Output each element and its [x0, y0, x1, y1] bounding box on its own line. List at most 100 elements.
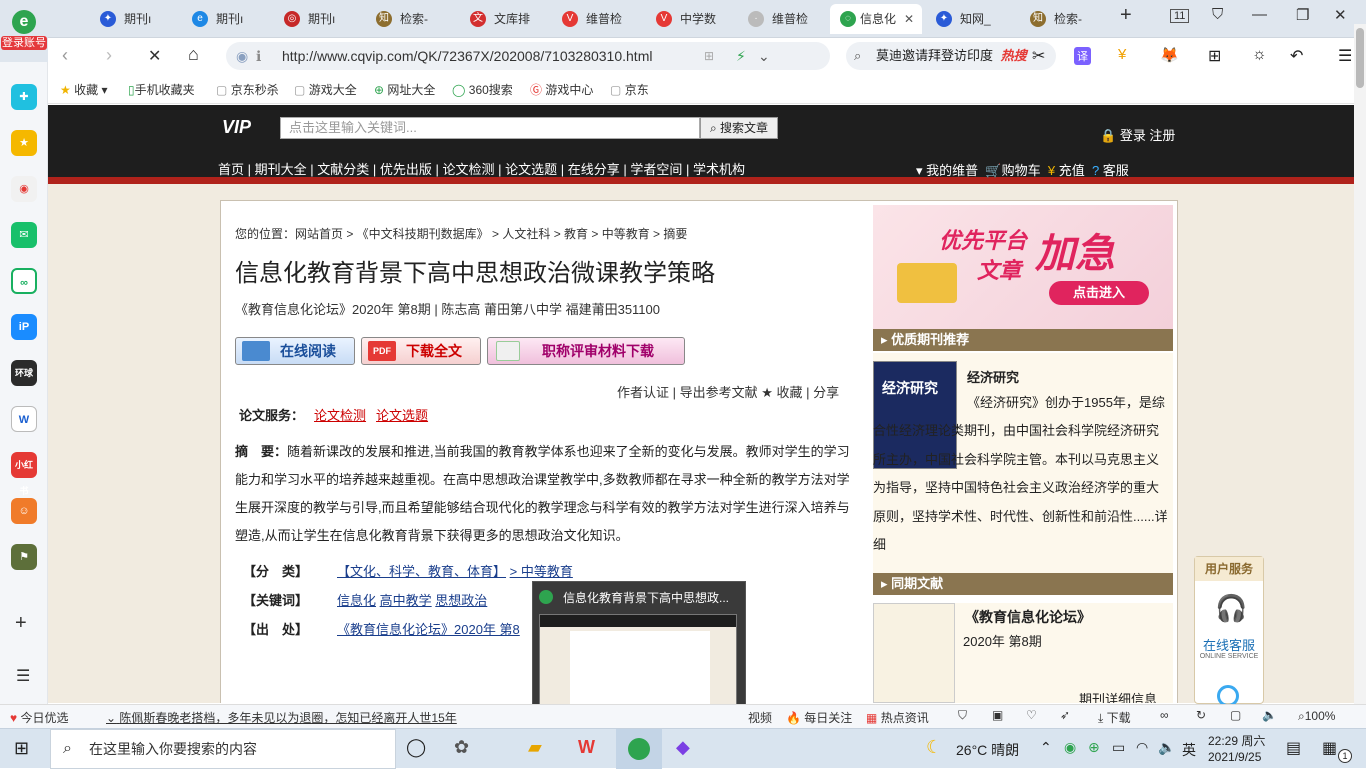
- breadcrumb[interactable]: 您的位置：网站首页 > 《中文科技期刊数据库》 > 人文社科 > 教育 > 中等…: [235, 225, 687, 242]
- taskbar-search[interactable]: ⌕ 在这里输入你要搜索的内容: [50, 729, 396, 769]
- forward-icon[interactable]: ›: [106, 45, 112, 66]
- recharge-link[interactable]: ¥ 充值: [1048, 163, 1085, 178]
- login-register[interactable]: 🔒 登录 注册: [1100, 125, 1175, 144]
- tab-10[interactable]: ✦ 知网_: [924, 4, 1018, 34]
- keyword-link[interactable]: 高中教学: [380, 593, 432, 608]
- tray-360-icon[interactable]: ◉: [1064, 739, 1076, 756]
- glasses-icon[interactable]: ∞: [1160, 708, 1169, 722]
- zoom-level[interactable]: ⌕100%: [1298, 709, 1335, 724]
- tab-6[interactable]: V 维普检: [550, 4, 644, 34]
- shield-icon[interactable]: ⛉: [958, 708, 967, 723]
- game-icon[interactable]: 环球: [11, 360, 37, 386]
- list-icon[interactable]: ☰: [16, 666, 30, 686]
- bookmark-sites[interactable]: ⊕ 网址大全: [374, 81, 435, 98]
- menu-journals[interactable]: 期刊大全: [255, 162, 307, 177]
- same-journal-name[interactable]: 《教育信息化论坛》: [965, 607, 1091, 627]
- reader-icon[interactable]: ⊞: [704, 42, 714, 70]
- classification-link[interactable]: 【文化、科学、教育、体育】: [337, 564, 506, 579]
- speed-icon[interactable]: ⚡: [736, 42, 746, 70]
- menu-priority[interactable]: 优先出版: [380, 162, 432, 177]
- add-app-icon[interactable]: ✚: [11, 84, 37, 110]
- scissors-icon[interactable]: ✂: [1032, 46, 1045, 66]
- shirt-icon[interactable]: ⛉: [1212, 6, 1223, 23]
- clock-time[interactable]: 22:29 周六: [1208, 732, 1265, 749]
- tab-1[interactable]: ✦ 期刊ı: [88, 4, 180, 34]
- tab-7[interactable]: V 中学数: [644, 4, 736, 34]
- downloads[interactable]: ⤓ 下载: [1098, 709, 1131, 726]
- read-online-button[interactable]: 在线阅读: [235, 337, 355, 365]
- tab-4[interactable]: 知检索-: [364, 4, 458, 34]
- service-link[interactable]: ? 客服: [1092, 163, 1129, 178]
- title-material-button[interactable]: 职称评审材料下载: [487, 337, 685, 365]
- menu-share[interactable]: 在线分享: [568, 162, 620, 177]
- browser-brand[interactable]: e 登录账号: [0, 0, 48, 62]
- vip-logo[interactable]: VIP: [222, 117, 251, 138]
- xiaohongshu-icon[interactable]: 小红书: [11, 452, 37, 496]
- home-icon[interactable]: ⌂: [188, 44, 199, 65]
- link-paper-topic[interactable]: 论文选题: [376, 408, 428, 423]
- daily-focus[interactable]: 🔥 每日关注: [786, 709, 852, 726]
- tray-plus-icon[interactable]: ⊕: [1088, 739, 1100, 756]
- brightness-icon[interactable]: ☼: [1252, 46, 1267, 64]
- page-scrollbar[interactable]: [1354, 24, 1366, 704]
- wps-icon[interactable]: W: [578, 737, 595, 758]
- refresh-icon[interactable]: ↻: [1196, 708, 1206, 722]
- mail-icon[interactable]: ✉: [11, 222, 37, 248]
- add-icon[interactable]: +: [15, 612, 27, 635]
- rec-journal-name[interactable]: 经济研究: [967, 367, 1019, 386]
- site-search-input[interactable]: 点击这里输入关键词...: [280, 117, 700, 139]
- article-tools[interactable]: 作者认证 | 导出参考文献 ★ 收藏 | 分享: [617, 382, 839, 401]
- game-icon[interactable]: 🦊: [1160, 46, 1179, 64]
- user-service-widget[interactable]: 用户服务 🎧 在线客服 ONLINE SERVICE: [1194, 556, 1264, 707]
- link-paper-check[interactable]: 论文检测: [314, 408, 366, 423]
- battery-icon[interactable]: ▭: [1112, 739, 1125, 756]
- pinwheel-icon[interactable]: ✿: [454, 737, 469, 758]
- game2-icon[interactable]: ☺: [11, 498, 37, 524]
- translate-icon[interactable]: 译: [1074, 47, 1091, 65]
- tab-11[interactable]: 知检索-: [1018, 4, 1110, 34]
- bookmark-favorites[interactable]: ★ 收藏 ▾: [60, 81, 107, 98]
- close-window-icon[interactable]: ✕: [1334, 6, 1347, 24]
- notes-icon[interactable]: ▤: [1286, 738, 1301, 758]
- word-icon[interactable]: W: [11, 406, 37, 432]
- tray-up-icon[interactable]: ⌃: [1040, 739, 1052, 756]
- image-icon[interactable]: ▣: [992, 708, 1003, 722]
- keyword-link[interactable]: 信息化: [337, 593, 376, 608]
- tab-count[interactable]: 11: [1170, 9, 1190, 23]
- rocket-icon[interactable]: ➶: [1060, 708, 1070, 722]
- link-icon[interactable]: ∞: [11, 268, 37, 294]
- download-button[interactable]: PDF 下载全文: [361, 337, 481, 365]
- bookmark-360search[interactable]: ◯ 360搜索: [452, 81, 513, 98]
- bookmark-games[interactable]: ▢ 游戏大全: [294, 81, 357, 98]
- scrollbar-thumb[interactable]: [1356, 28, 1364, 88]
- weibo-icon[interactable]: ◉: [11, 176, 37, 202]
- window-icon[interactable]: ▢: [1230, 708, 1241, 722]
- news-video[interactable]: 视频: [748, 709, 772, 726]
- source-link[interactable]: 《教育信息化论坛》2020年 第8: [337, 622, 520, 637]
- active-browser-task[interactable]: [616, 729, 662, 769]
- bookmark-jd-seckill[interactable]: ▢ 京东秒杀: [216, 81, 279, 98]
- menu-scholar[interactable]: 学者空间: [630, 162, 682, 177]
- today-picks[interactable]: ♥ 今日优选: [10, 709, 68, 726]
- bookmark-jd[interactable]: ▢ 京东: [610, 81, 649, 98]
- minimize-icon[interactable]: —: [1252, 6, 1267, 23]
- back-icon[interactable]: ‹: [62, 45, 68, 66]
- task-view-icon[interactable]: ◯: [406, 737, 426, 758]
- close-tab-icon[interactable]: ✕: [904, 4, 914, 34]
- favorites-icon[interactable]: ★: [11, 130, 37, 156]
- login-label[interactable]: 登录账号: [1, 36, 47, 50]
- cart-link[interactable]: 🛒购物车: [985, 163, 1040, 178]
- tab-3[interactable]: ◎ 期刊ı: [272, 4, 364, 34]
- drop-app-icon[interactable]: ◆: [676, 737, 690, 758]
- stop-icon[interactable]: ✕: [148, 46, 161, 66]
- priority-ad-banner[interactable]: 优先平台 文章 加急 点击进入: [873, 205, 1173, 329]
- weather-text[interactable]: 26°C 晴朗: [956, 740, 1019, 760]
- menu-classify[interactable]: 文献分类: [317, 162, 369, 177]
- apps-grid-icon[interactable]: ⊞: [1208, 46, 1221, 66]
- pubg-icon[interactable]: ⚑: [11, 544, 37, 570]
- folder-icon[interactable]: ▰: [528, 737, 542, 758]
- address-bar[interactable]: ◉ ℹ http://www.cqvip.com/QK/72367X/20200…: [226, 42, 830, 70]
- ad-enter-button[interactable]: 点击进入: [1049, 281, 1149, 305]
- volume-icon[interactable]: 🔈: [1262, 708, 1277, 722]
- search-box[interactable]: ⌕ 莫迪邀请拜登访印度 热搜: [846, 42, 1056, 70]
